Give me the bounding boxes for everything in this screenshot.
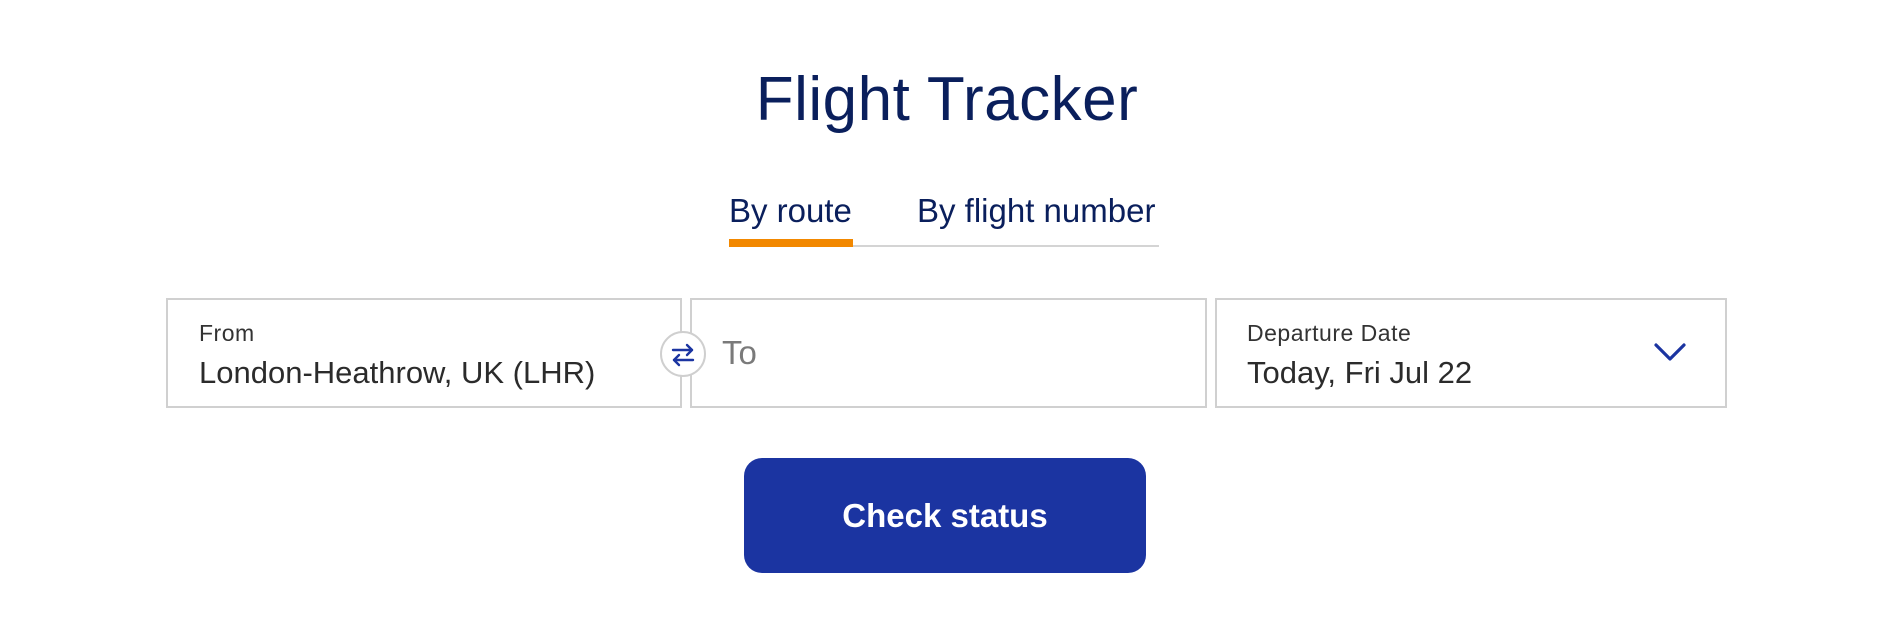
search-mode-tabs: By route By flight number [729,185,1159,247]
departure-date-label: Departure Date [1247,320,1412,346]
from-value[interactable]: London-Heathrow, UK (LHR) [199,354,595,392]
departure-date-value[interactable]: Today, Fri Jul 22 [1247,354,1472,392]
chevron-down-icon[interactable] [1653,340,1687,364]
swap-airports-button[interactable] [660,331,706,377]
active-tab-indicator [729,239,853,247]
to-field[interactable] [690,298,1207,408]
swap-arrows-icon [671,343,695,367]
page-title: Flight Tracker [755,64,1139,134]
from-field[interactable]: From London-Heathrow, UK (LHR) [166,298,682,408]
tab-by-route[interactable]: By route [729,191,852,231]
from-label: From [199,320,255,346]
departure-date-field[interactable]: Departure Date Today, Fri Jul 22 [1215,298,1727,408]
to-input[interactable] [722,330,1162,376]
check-status-button[interactable]: Check status [744,458,1146,573]
tab-by-flight-number[interactable]: By flight number [917,191,1155,231]
